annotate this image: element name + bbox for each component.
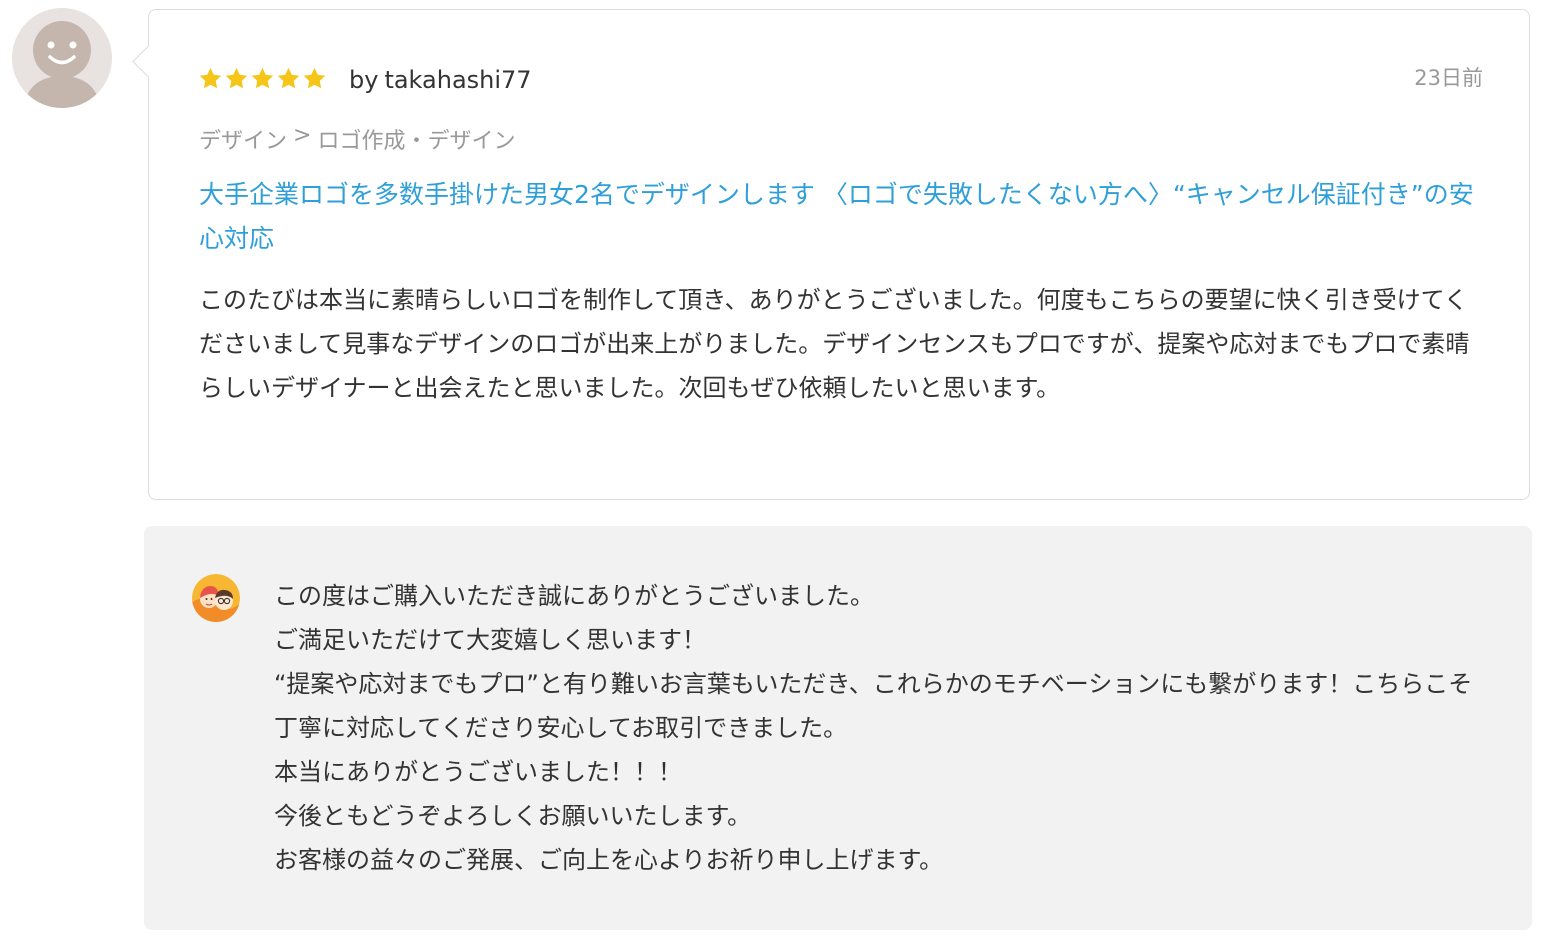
- reply-body: この度はご購入いただき誠にありがとうございました。 ご満足いただけて大変嬉しく思…: [274, 574, 1479, 882]
- reply-line: 今後ともどうぞよろしくお願いいたします。: [274, 802, 752, 830]
- breadcrumb: デザイン > ロゴ作成・デザイン: [199, 123, 515, 155]
- star-icon: [199, 67, 222, 89]
- reviewer-avatar-icon[interactable]: [12, 8, 112, 108]
- seller-reply-card: この度はご購入いただき誠にありがとうございました。 ご満足いただけて大変嬉しく思…: [144, 526, 1532, 930]
- review-body: このたびは本当に素晴らしいロゴを制作して頂き、ありがとうございました。何度もこち…: [199, 286, 1470, 402]
- reply-line: 本当にありがとうございました！！！: [274, 758, 682, 786]
- service-title-link[interactable]: 大手企業ロゴを多数手掛けた男女2名でデザインします 〈ロゴで失敗したくない方へ〉…: [199, 173, 1479, 261]
- seller-avatar[interactable]: [192, 574, 240, 622]
- reviewer-username[interactable]: takahashi77: [384, 66, 531, 94]
- seller-avatar-icon: [192, 574, 240, 622]
- star-rating: [198, 66, 327, 91]
- by-label: by: [349, 66, 379, 94]
- breadcrumb-subcategory[interactable]: ロゴ作成・デザイン: [317, 123, 515, 155]
- reply-line: この度はご購入いただき誠にありがとうございました。: [274, 582, 874, 610]
- breadcrumb-category[interactable]: デザイン: [199, 123, 287, 155]
- default-user-avatar-icon: [12, 8, 112, 108]
- star-icon: [303, 67, 326, 89]
- card-pointer: [132, 45, 165, 78]
- reply-line: “提案や応対までもプロ”と有り難いお言葉もいただき、これらかのモチベーションにも…: [274, 670, 1473, 742]
- star-icon: [225, 67, 248, 89]
- star-icon: [251, 67, 274, 89]
- reply-line: ご満足いただけて大変嬉しく思います！: [274, 626, 706, 654]
- breadcrumb-separator: >: [293, 123, 312, 148]
- star-icon: [277, 67, 300, 89]
- reply-line: お客様の益々のご発展、ご向上を心よりお祈り申し上げます。: [274, 846, 944, 874]
- review-date: 23日前: [1414, 66, 1483, 90]
- reviewer-line: by takahashi77: [349, 65, 532, 95]
- review-card: by takahashi77 23日前 デザイン > ロゴ作成・デザイン 大手企業…: [132, 9, 1530, 500]
